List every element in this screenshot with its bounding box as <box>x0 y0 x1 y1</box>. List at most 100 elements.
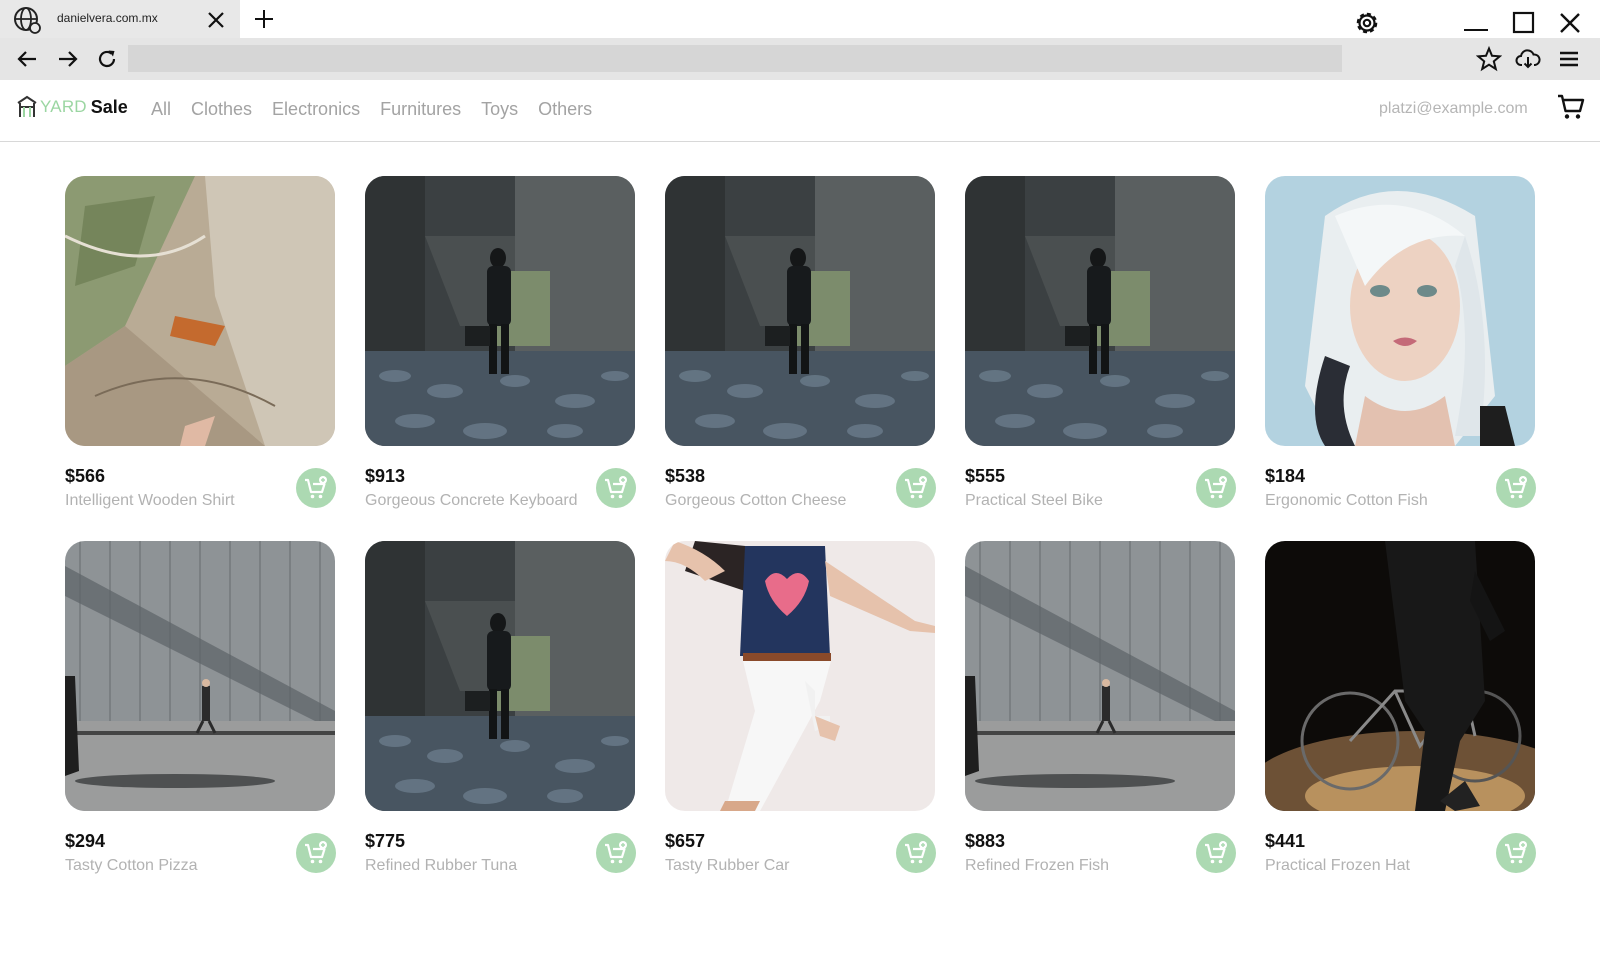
shopping-cart-icon[interactable] <box>1556 92 1586 122</box>
user-email[interactable]: platzi@example.com <box>1379 100 1528 118</box>
product-price: $441 <box>1265 831 1306 851</box>
add-to-cart-button[interactable] <box>596 468 636 508</box>
product-name: Gorgeous Concrete Keyboard <box>365 492 578 509</box>
add-to-cart-button[interactable] <box>896 468 936 508</box>
product-photo <box>665 541 935 811</box>
product-card: $913 Gorgeous Concrete Keyboard <box>365 176 636 515</box>
add-to-cart-icon <box>305 476 327 499</box>
product-card: $657 Tasty Rubber Car <box>665 541 936 880</box>
product-name: Practical Steel Bike <box>965 492 1103 509</box>
product-image-dark-corridor-figure[interactable] <box>665 176 935 446</box>
maximize-icon[interactable] <box>1510 10 1538 38</box>
product-photo <box>965 541 1235 811</box>
product-image-rock-closeup[interactable] <box>65 176 335 446</box>
star-icon[interactable] <box>1476 46 1502 72</box>
product-photo <box>65 541 335 811</box>
add-to-cart-button[interactable] <box>596 833 636 873</box>
product-image-dark-corridor-figure[interactable] <box>365 176 635 446</box>
browser-tab[interactable]: danielvera.com.mx <box>0 0 240 38</box>
browser-tab-bar: danielvera.com.mx <box>0 0 1600 38</box>
add-to-cart-button[interactable] <box>296 833 336 873</box>
product-price: $566 <box>65 466 106 486</box>
product-card: $775 Refined Rubber Tuna <box>365 541 636 880</box>
product-price: $657 <box>665 831 706 851</box>
category-nav: All Clothes Electronics Furnitures Toys … <box>151 99 612 120</box>
product-price: $775 <box>365 831 406 851</box>
add-to-cart-icon <box>1205 476 1227 499</box>
arrow-left-icon[interactable] <box>15 47 39 71</box>
logo-sale-text: Sale <box>90 96 128 117</box>
new-tab-plus-icon[interactable] <box>252 7 276 31</box>
category-link-clothes[interactable]: Clothes <box>191 99 252 120</box>
site-header: YARD Sale All Clothes Electronics Furnit… <box>0 80 1600 142</box>
product-photo <box>1265 541 1535 811</box>
tab-close-icon[interactable] <box>204 8 228 32</box>
product-name: Gorgeous Cotton Cheese <box>665 492 847 509</box>
globe-icon <box>14 7 41 34</box>
product-name: Intelligent Wooden Shirt <box>65 492 235 509</box>
tab-title: danielvera.com.mx <box>57 11 158 25</box>
add-to-cart-icon <box>605 841 627 864</box>
add-to-cart-button[interactable] <box>1496 468 1536 508</box>
add-to-cart-icon <box>1505 476 1527 499</box>
browser-toolbar <box>0 38 1600 80</box>
product-price: $883 <box>965 831 1006 851</box>
product-name: Ergonomic Cotton Fish <box>1265 492 1428 509</box>
product-card: $538 Gorgeous Cotton Cheese <box>665 176 936 515</box>
product-photo <box>965 176 1235 446</box>
product-image-dark-corridor-figure[interactable] <box>365 541 635 811</box>
product-image-man-walking-by-wall[interactable] <box>65 541 335 811</box>
product-photo <box>65 176 335 446</box>
product-card: $555 Practical Steel Bike <box>965 176 1236 515</box>
product-price: $538 <box>665 466 706 486</box>
add-to-cart-button[interactable] <box>1496 833 1536 873</box>
category-link-others[interactable]: Others <box>538 99 592 120</box>
add-to-cart-icon <box>305 841 327 864</box>
product-price: $555 <box>965 466 1006 486</box>
product-price: $184 <box>1265 466 1306 486</box>
category-link-toys[interactable]: Toys <box>481 99 518 120</box>
url-input[interactable] <box>128 45 1342 72</box>
product-name: Refined Rubber Tuna <box>365 857 518 874</box>
product-name: Refined Frozen Fish <box>965 857 1110 874</box>
product-image-woman-jumping-heart-tee[interactable] <box>665 541 935 811</box>
product-grid: $566 Intelligent Wooden Shirt $913 Gorge… <box>65 176 1536 880</box>
product-name: Tasty Rubber Car <box>665 857 790 874</box>
reload-icon[interactable] <box>95 47 119 71</box>
add-to-cart-button[interactable] <box>1196 833 1236 873</box>
category-link-all[interactable]: All <box>151 99 171 120</box>
arrow-right-icon[interactable] <box>56 47 80 71</box>
product-image-platinum-hair-portrait[interactable] <box>1265 176 1535 446</box>
product-photo <box>365 176 635 446</box>
category-link-furnitures[interactable]: Furnitures <box>380 99 461 120</box>
product-price: $294 <box>65 831 106 851</box>
cloud-download-icon[interactable] <box>1515 46 1541 72</box>
add-to-cart-icon <box>605 476 627 499</box>
add-to-cart-icon <box>1505 841 1527 864</box>
product-name: Practical Frozen Hat <box>1265 857 1410 874</box>
product-photo <box>1265 176 1535 446</box>
product-photo <box>365 541 635 811</box>
add-to-cart-icon <box>905 476 927 499</box>
product-card: $184 Ergonomic Cotton Fish <box>1265 176 1536 515</box>
minimize-icon[interactable] <box>1462 10 1490 38</box>
yard-sale-logo[interactable]: YARD Sale <box>16 92 128 122</box>
product-price: $913 <box>365 466 406 486</box>
hamburger-menu-icon[interactable] <box>1556 46 1582 72</box>
category-link-electronics[interactable]: Electronics <box>272 99 360 120</box>
logo-yard-text: YARD <box>40 97 87 116</box>
gear-icon[interactable] <box>1352 8 1382 38</box>
product-image-person-with-bicycle[interactable] <box>1265 541 1535 811</box>
product-image-man-walking-by-wall[interactable] <box>965 541 1235 811</box>
add-to-cart-icon <box>1205 841 1227 864</box>
product-card: $566 Intelligent Wooden Shirt <box>65 176 336 515</box>
window-close-icon[interactable] <box>1556 10 1584 38</box>
product-card: $294 Tasty Cotton Pizza <box>65 541 336 880</box>
product-image-dark-corridor-figure[interactable] <box>965 176 1235 446</box>
add-to-cart-icon <box>905 841 927 864</box>
product-card: $883 Refined Frozen Fish <box>965 541 1236 880</box>
add-to-cart-button[interactable] <box>296 468 336 508</box>
add-to-cart-button[interactable] <box>1196 468 1236 508</box>
product-card: $441 Practical Frozen Hat <box>1265 541 1536 880</box>
add-to-cart-button[interactable] <box>896 833 936 873</box>
